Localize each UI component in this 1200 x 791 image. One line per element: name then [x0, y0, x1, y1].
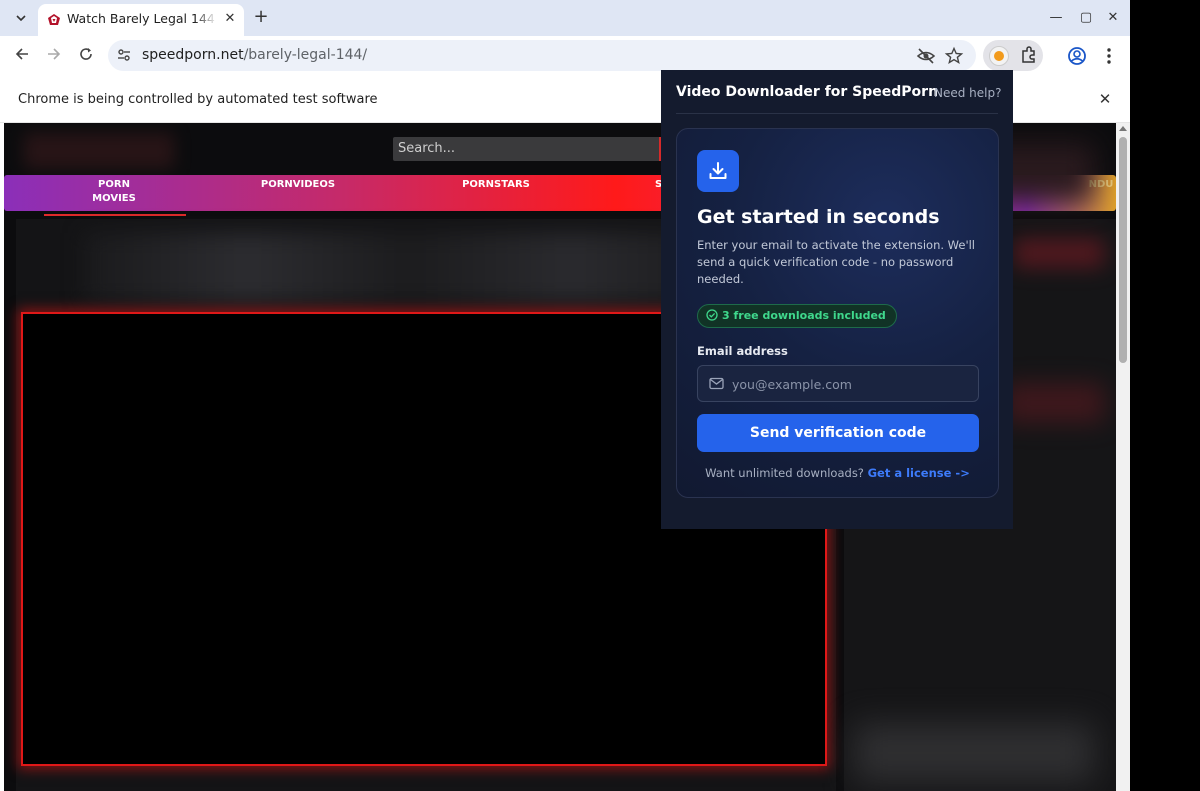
blurred-thumbnails: [84, 233, 734, 303]
puzzle-icon[interactable]: [1019, 45, 1039, 65]
forward-icon[interactable]: [42, 44, 66, 68]
tab-title: Watch Barely Legal 144 2: [67, 11, 217, 26]
scrollbar-thumb[interactable]: [1119, 137, 1127, 363]
nav-pornvideos[interactable]: PORNVIDEOS: [258, 178, 338, 192]
email-field[interactable]: [697, 365, 979, 402]
url-text: speedporn.net/barely-legal-144/: [142, 47, 368, 63]
badge-text: 3 free downloads included: [722, 309, 886, 322]
site-favicon-icon: [48, 14, 60, 25]
popup-title: Video Downloader for SpeedPorn: [676, 84, 939, 100]
divider: [676, 113, 998, 114]
blurred-ad: [1014, 238, 1104, 268]
eye-off-icon[interactable]: [916, 46, 936, 66]
site-info-icon[interactable]: [116, 47, 132, 63]
nav-pornstars[interactable]: PORNSTARS: [456, 178, 536, 192]
active-tab[interactable]: Watch Barely Legal 144 2 ✕: [38, 4, 244, 36]
scroll-up-icon[interactable]: [1119, 126, 1127, 131]
blurred-ad: [1004, 383, 1104, 423]
email-label: Email address: [697, 344, 788, 358]
blurred-thumbnail: [854, 723, 1094, 783]
back-icon[interactable]: [10, 44, 34, 68]
card-description: Enter your email to activate the extensi…: [697, 238, 975, 286]
check-circle-icon: [706, 309, 718, 321]
minimize-icon[interactable]: —: [1046, 8, 1066, 28]
infobar-close-icon[interactable]: ✕: [1096, 90, 1114, 108]
nav-active-indicator: [44, 214, 186, 216]
close-window-icon[interactable]: ✕: [1103, 8, 1123, 28]
popup-header: Video Downloader for SpeedPorn Need help…: [661, 70, 1013, 114]
chevron-down-icon: [16, 15, 26, 21]
infobar-text: Chrome is being controlled by automated …: [18, 92, 378, 107]
free-downloads-badge: 3 free downloads included: [697, 304, 897, 328]
tab-close-icon[interactable]: ✕: [222, 11, 238, 27]
reload-icon[interactable]: [74, 44, 98, 68]
address-bar[interactable]: speedporn.net/barely-legal-144/: [108, 40, 976, 71]
extensions-pill: [983, 40, 1043, 71]
send-verification-button[interactable]: Send verification code: [697, 414, 979, 452]
need-help-link[interactable]: Need help?: [934, 86, 1001, 100]
page-scrollbar[interactable]: [1116, 123, 1130, 791]
speedporn-extension-icon[interactable]: [989, 46, 1009, 66]
bookmark-star-icon[interactable]: [944, 46, 964, 66]
nav-porn-movies[interactable]: PORN MOVIES: [90, 178, 138, 206]
extension-popup: Video Downloader for SpeedPorn Need help…: [661, 70, 1013, 529]
card-heading: Get started in seconds: [697, 206, 940, 228]
site-logo[interactable]: [24, 133, 174, 169]
tab-strip: Watch Barely Legal 144 2 ✕ + — ▢ ✕: [0, 0, 1130, 36]
maximize-icon[interactable]: ▢: [1076, 8, 1096, 28]
get-license-link[interactable]: Get a license ->: [868, 466, 970, 480]
download-icon: [697, 150, 739, 192]
new-tab-button[interactable]: +: [250, 7, 272, 29]
email-input[interactable]: [732, 372, 972, 396]
site-search-input[interactable]: Search...: [393, 137, 661, 161]
license-footer: Want unlimited downloads? Get a license …: [677, 466, 998, 480]
menu-kebab-icon[interactable]: [1097, 44, 1121, 68]
signup-card: Get started in seconds Enter your email …: [676, 128, 999, 498]
mail-icon: [709, 377, 724, 390]
desktop-background: [1130, 0, 1200, 791]
footer-text: Want unlimited downloads?: [705, 466, 864, 480]
tab-search-button[interactable]: [8, 6, 34, 30]
profile-icon[interactable]: [1065, 44, 1089, 68]
